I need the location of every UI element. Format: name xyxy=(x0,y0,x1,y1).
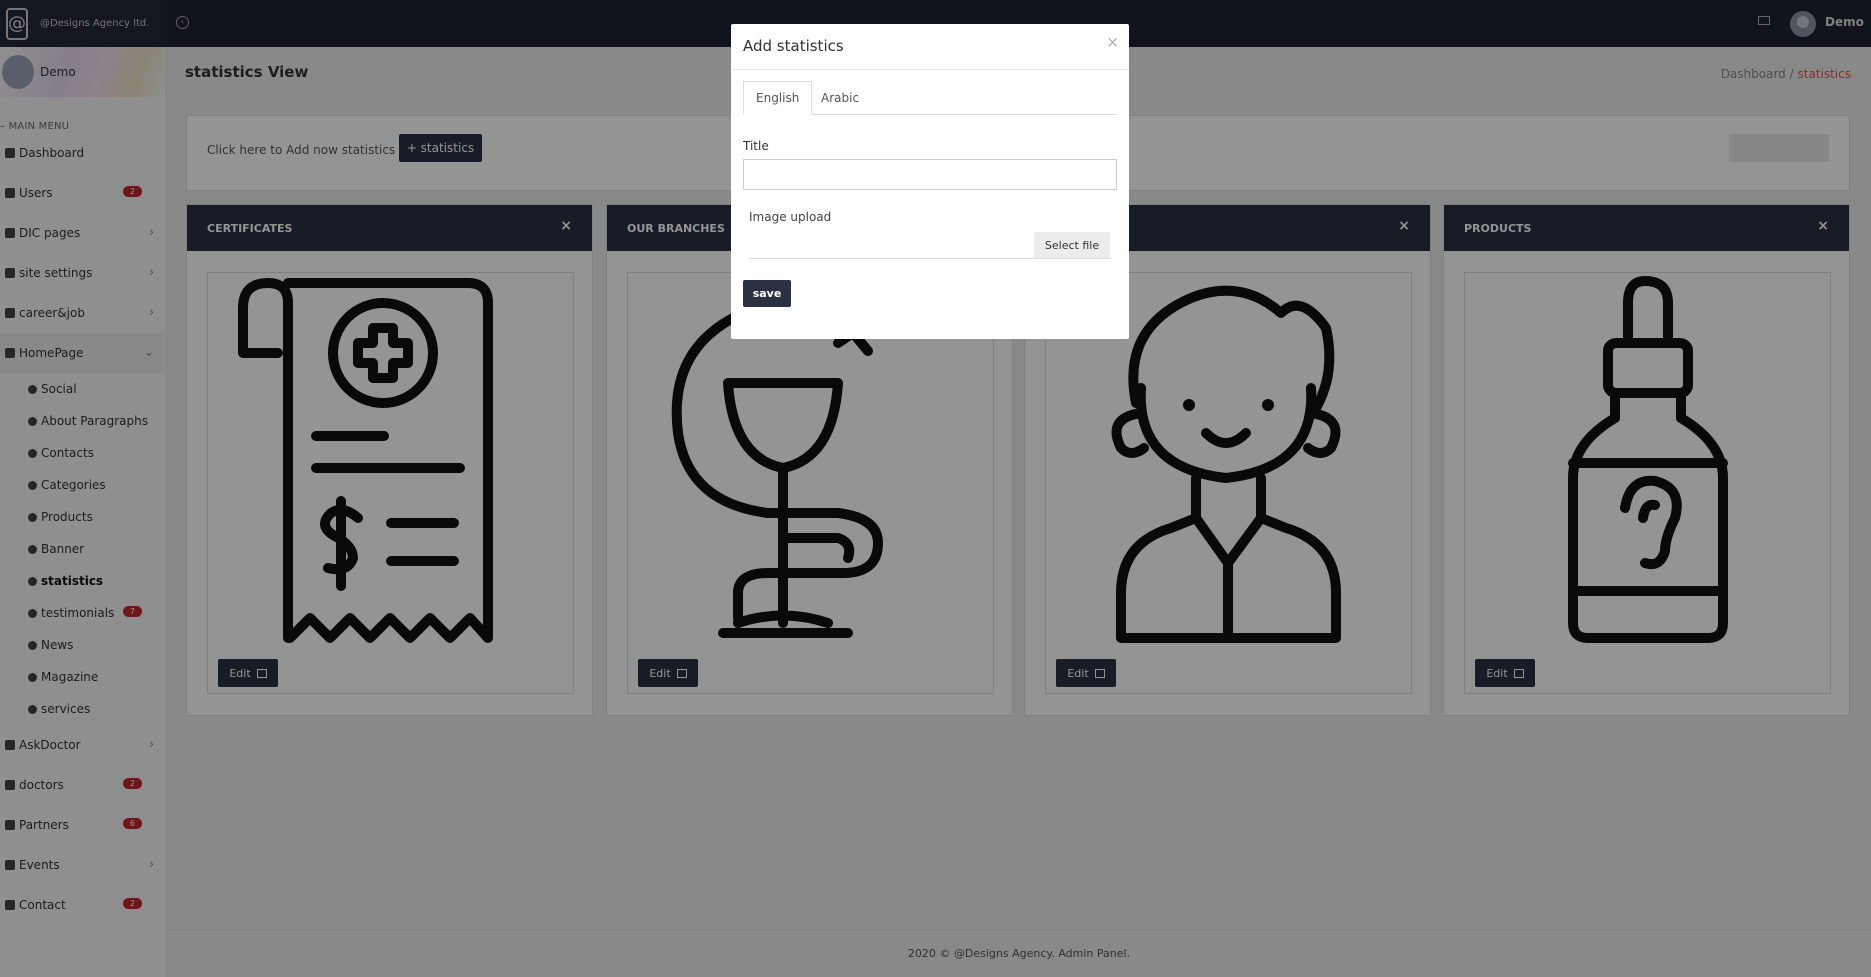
image-upload-label: Image upload xyxy=(749,210,832,224)
file-input-line xyxy=(749,258,1111,259)
title-input[interactable] xyxy=(743,159,1117,190)
modal-title: Add statistics xyxy=(743,37,844,55)
tab-arabic[interactable]: Arabic xyxy=(809,81,871,115)
close-icon[interactable]: × xyxy=(1106,33,1119,51)
save-button[interactable]: save xyxy=(743,280,791,307)
modal-divider xyxy=(731,69,1129,70)
tab-english[interactable]: English xyxy=(743,81,813,115)
title-label: Title xyxy=(743,139,769,153)
add-statistics-modal: Add statistics × English Arabic Title Im… xyxy=(731,24,1129,339)
select-file-button[interactable]: Select file xyxy=(1034,232,1110,258)
language-tabs: English Arabic xyxy=(743,81,1117,115)
